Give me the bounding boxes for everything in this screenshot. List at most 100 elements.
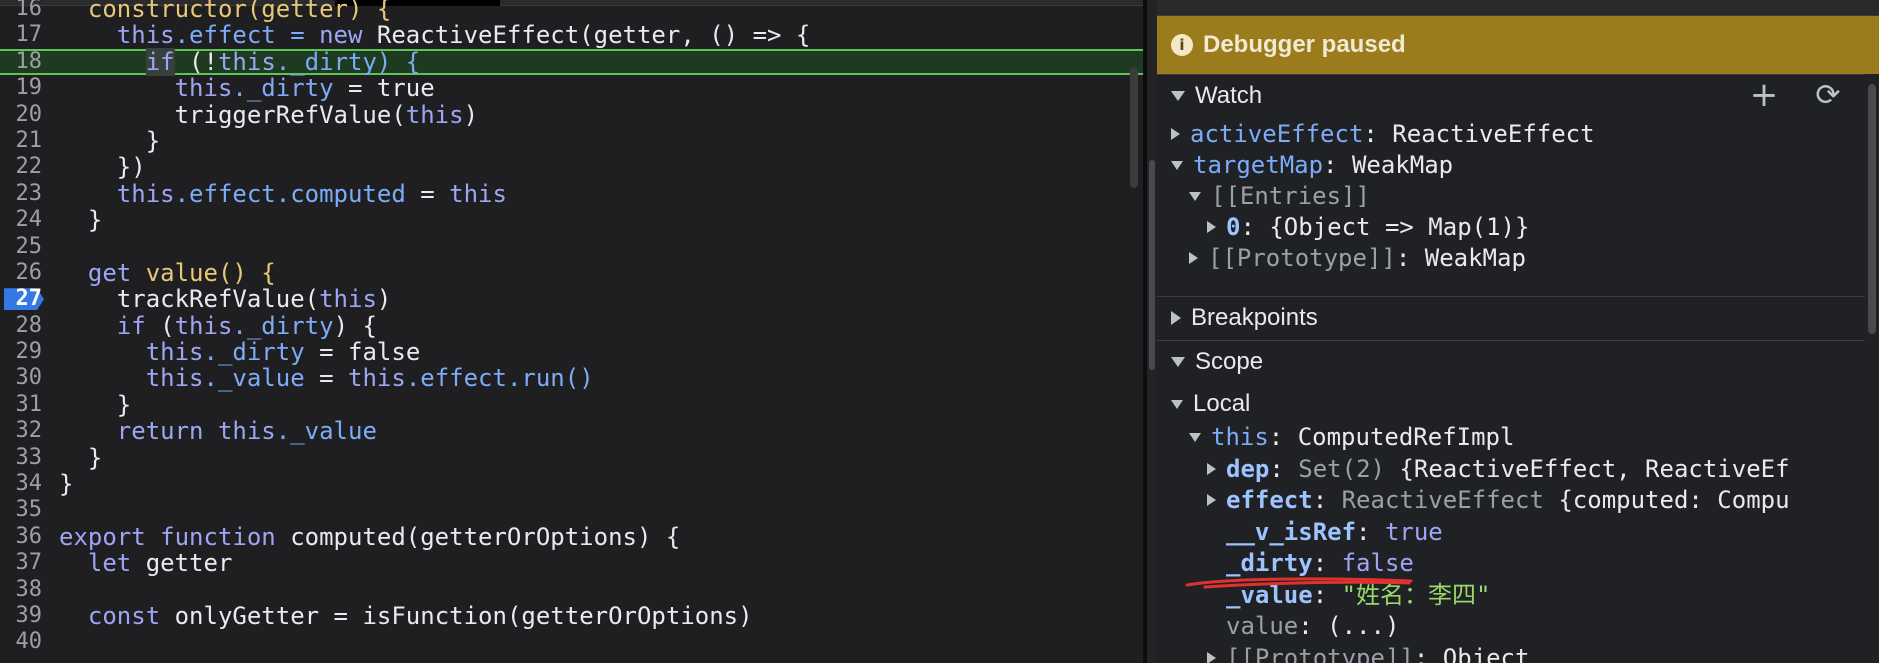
tree-row[interactable]: dep: Set(2) {ReactiveEffect, ReactiveEf <box>1207 454 1790 484</box>
code-line[interactable]: 20 triggerRefValue(this) <box>0 100 1143 129</box>
line-number[interactable]: 26 <box>0 260 48 286</box>
line-number[interactable]: 34 <box>0 471 48 497</box>
line-number[interactable]: 29 <box>0 339 48 365</box>
scope-section-header[interactable]: Scope <box>1157 340 1879 382</box>
code-token: ._dirty) { <box>275 47 421 76</box>
tree-row[interactable]: [[Entries]] <box>1189 181 1370 211</box>
code-line[interactable]: 34} <box>0 471 1143 497</box>
line-number[interactable]: 21 <box>0 128 48 154</box>
chevron-right-icon[interactable] <box>1207 462 1216 475</box>
line-number[interactable]: 22 <box>0 154 48 180</box>
code-line[interactable]: 19 this._dirty = true <box>0 75 1143 101</box>
watch-section-header[interactable]: Watch + ⟳ <box>1157 74 1879 116</box>
sidebar-scrollbar[interactable] <box>1865 74 1879 663</box>
breakpoints-section-header[interactable]: Breakpoints <box>1157 296 1879 338</box>
property-value: : (...) <box>1298 612 1400 640</box>
code-line[interactable]: 26 get value() { <box>0 260 1143 286</box>
panel-scrollbar[interactable] <box>1147 0 1157 663</box>
tree-row[interactable]: __v_isRef: true <box>1207 517 1443 547</box>
code-line-breakpoint[interactable]: 27 trackRefValue(this) <box>0 286 1143 312</box>
debugger-paused-label: Debugger paused <box>1203 31 1406 58</box>
line-number[interactable]: 36 <box>0 524 48 550</box>
code-line[interactable]: 22 }) <box>0 154 1143 180</box>
line-number[interactable]: 40 <box>0 629 48 655</box>
chevron-down-icon[interactable] <box>1189 432 1201 442</box>
property-name: value <box>1226 612 1299 640</box>
chevron-down-icon[interactable] <box>1171 160 1183 170</box>
line-number[interactable]: 31 <box>0 392 48 418</box>
editor-scrollbar[interactable] <box>1128 8 1140 663</box>
tree-row[interactable]: targetMap: WeakMap <box>1171 150 1453 180</box>
tree-row[interactable]: _dirty: false <box>1207 548 1414 578</box>
code-line[interactable]: 33 } <box>0 444 1143 471</box>
code-line[interactable]: 37 let getter <box>0 550 1143 576</box>
line-number[interactable]: 37 <box>0 550 48 576</box>
code-token: triggerRefValue( <box>59 100 406 129</box>
line-number[interactable]: 19 <box>0 75 48 101</box>
code-line[interactable]: 36 export function computed(getterOrOptio… <box>0 524 1143 550</box>
tree-row[interactable]: 0: {Object => Map(1)} <box>1207 212 1529 242</box>
scope-local-header[interactable]: Local <box>1171 389 1250 419</box>
tree-row[interactable]: this: ComputedRefImpl <box>1189 422 1514 452</box>
add-watch-icon[interactable]: + <box>1749 78 1779 112</box>
code-line[interactable]: 23 this.effect.computed = this <box>0 181 1143 207</box>
code-text: get value() { <box>59 260 276 286</box>
breakpoint-marker[interactable]: 27 <box>0 286 48 312</box>
tree-row[interactable]: [[Prototype]]: Object <box>1207 643 1529 663</box>
line-number[interactable]: 18 <box>0 50 48 73</box>
property-value: true <box>1384 517 1443 546</box>
line-number[interactable]: 17 <box>0 22 48 48</box>
tree-row[interactable]: activeEffect: ReactiveEffect <box>1171 119 1595 149</box>
chevron-right-icon[interactable] <box>1207 651 1216 663</box>
chevron-down-icon[interactable] <box>1189 191 1201 201</box>
line-number[interactable]: 39 <box>0 603 48 629</box>
code-line[interactable]: 28 if (this._dirty) { <box>0 311 1143 340</box>
line-number[interactable]: 38 <box>0 577 48 603</box>
panel-scrollbar-thumb[interactable] <box>1149 160 1155 370</box>
refresh-icon[interactable]: ⟳ <box>1813 81 1843 111</box>
code-token: if <box>116 311 146 340</box>
line-number[interactable]: 28 <box>0 313 48 339</box>
code-text: constructor(getter) { <box>59 0 391 22</box>
sidebar-scrollbar-thumb[interactable] <box>1868 84 1876 334</box>
code-line[interactable]: 25 <box>0 234 1143 260</box>
code-line[interactable]: 32 return this._value <box>0 418 1143 444</box>
chevron-right-icon[interactable] <box>1207 494 1216 506</box>
code-text: export function computed(getterOrOptions… <box>59 524 680 550</box>
chevron-right-icon[interactable] <box>1171 128 1180 140</box>
code-line[interactable]: 24 } <box>0 207 1143 233</box>
code-line[interactable]: 40 <box>0 629 1143 655</box>
code-line[interactable]: 21 } <box>0 128 1143 154</box>
code-line[interactable]: 30 this._value = this.effect.run() <box>0 365 1143 391</box>
code-line[interactable]: 38 <box>0 577 1143 603</box>
line-number[interactable]: 30 <box>0 365 48 391</box>
line-number[interactable]: 24 <box>0 207 48 233</box>
line-number[interactable]: 32 <box>0 418 48 444</box>
line-number[interactable]: 16 <box>0 0 48 22</box>
line-number[interactable]: 23 <box>0 181 48 207</box>
line-number[interactable]: 25 <box>0 234 48 260</box>
line-number[interactable]: 20 <box>0 102 48 128</box>
code-line[interactable]: 35 <box>0 497 1143 523</box>
line-number[interactable]: 35 <box>0 497 48 523</box>
code-token: this <box>174 311 233 340</box>
code-token: ) <box>463 100 479 129</box>
chevron-right-icon[interactable] <box>1207 221 1216 233</box>
editor-scrollbar-thumb[interactable] <box>1130 68 1138 188</box>
code-line-current[interactable]: 18 if (!this._dirty) { <box>0 47 1143 76</box>
code-line[interactable]: 29 this._dirty = false <box>0 339 1143 365</box>
tree-row[interactable]: value: (...) <box>1207 611 1399 641</box>
chevron-right-icon <box>1171 310 1181 325</box>
tree-row[interactable]: effect: ReactiveEffect {computed: Compu <box>1207 485 1790 515</box>
watch-label: Watch <box>1195 81 1263 109</box>
line-number[interactable]: 33 <box>0 445 48 471</box>
code-line[interactable]: 16 constructor(getter) { <box>0 0 1143 22</box>
code-line[interactable]: 39 const onlyGetter = isFunction(getterO… <box>0 603 1143 629</box>
code-line[interactable]: 31 } <box>0 392 1143 418</box>
property-name: dep <box>1226 454 1270 483</box>
property-value: : <box>1356 517 1385 546</box>
code-editor[interactable]: 16 constructor(getter) {17 this.effect =… <box>0 0 1143 663</box>
chevron-right-icon[interactable] <box>1189 252 1198 264</box>
tree-row[interactable]: [[Prototype]]: WeakMap <box>1189 243 1526 273</box>
code-line[interactable]: 17 this.effect = new ReactiveEffect(gett… <box>0 22 1143 48</box>
